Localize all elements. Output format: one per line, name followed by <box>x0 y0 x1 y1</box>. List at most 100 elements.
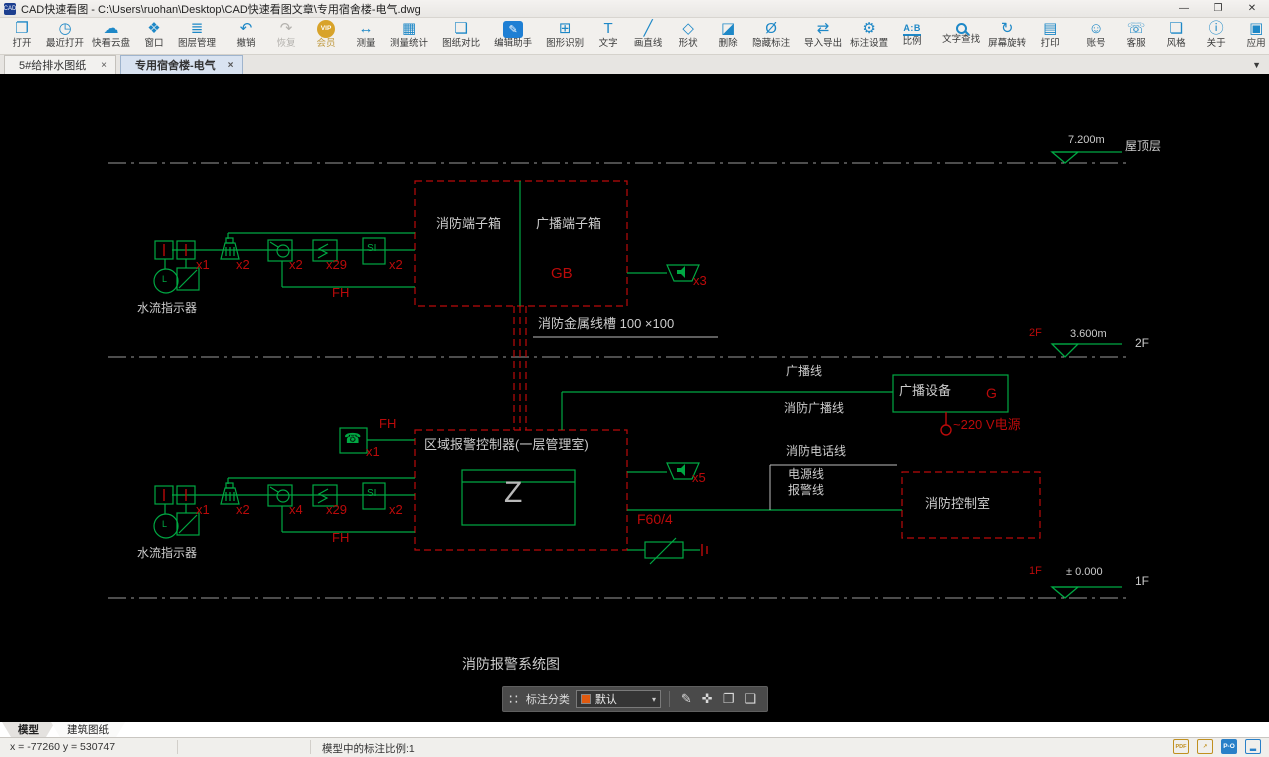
elev-2f-red: 2F <box>1029 327 1042 339</box>
maximize-button[interactable]: ❐ <box>1201 0 1235 18</box>
label-water-indicator-upper: 水流指示器 <box>137 302 197 315</box>
elev-2f-value: 3.600m <box>1070 328 1107 340</box>
window-title: CAD快速看图 - C:\Users\ruohan\Desktop\CAD快速看… <box>21 1 421 17</box>
vip-member-button[interactable]: VIP会员 <box>306 19 346 54</box>
text-button[interactable]: T文字 <box>588 19 628 54</box>
open-button-label: 打开 <box>12 38 31 50</box>
label-broadcast-device: 广播设备 <box>899 384 951 398</box>
edit-assistant-button-label: 编辑助手 <box>494 38 532 50</box>
edit-assistant-icon: ✎ <box>503 21 523 38</box>
measure-stats-button[interactable]: ▦测量统计 <box>386 19 432 54</box>
delete-button-label: 删除 <box>719 38 738 50</box>
apps-button[interactable]: ▣应用 <box>1236 19 1269 54</box>
window-button[interactable]: ❖窗口 <box>134 19 174 54</box>
copy-annotation-icon[interactable]: ❐ <box>723 691 735 707</box>
paste-annotation-icon[interactable]: ❑ <box>744 691 756 707</box>
undo-button[interactable]: ↶撤销 <box>226 19 266 54</box>
count-x2a-lower: x2 <box>236 503 250 517</box>
hide-annotations-button-label: 隐藏标注 <box>752 38 790 50</box>
cursor-coordinates: x = -77260 y = 530747 <box>10 741 115 753</box>
support-button[interactable]: ☏客服 <box>1116 19 1156 54</box>
count-x3: x3 <box>693 274 707 288</box>
tab-close-icon[interactable]: × <box>89 60 107 71</box>
layer-manager-button[interactable]: ≣图层管理 <box>174 19 220 54</box>
sheet-tab-模型[interactable]: 模型 <box>2 722 55 737</box>
device-si-lower: SI <box>367 488 376 499</box>
account-button-label: 账号 <box>1087 38 1106 50</box>
recent-open-button-label: 最近打开 <box>46 38 84 50</box>
label-wire-trough: 消防金属线槽 100 ×100 <box>538 317 674 331</box>
clock-icon: ◷ <box>58 20 71 38</box>
hide-annotations-button[interactable]: Ø隐藏标注 <box>748 19 794 54</box>
account-button[interactable]: ☺账号 <box>1076 19 1116 54</box>
gear-icon: ⚙ <box>862 20 875 38</box>
label-fire-telephone-line: 消防电话线 <box>786 445 846 458</box>
divider <box>310 740 311 754</box>
document-tab-bar: 5#给排水图纸×专用宿舍楼-电气×▼ <box>0 55 1269 74</box>
mini-window-icon[interactable]: ▂ <box>1245 739 1261 754</box>
open-button[interactable]: ❐打开 <box>2 19 42 54</box>
elev-1f-value: ± 0.000 <box>1066 566 1103 578</box>
redo-button[interactable]: ↷恢复 <box>266 19 306 54</box>
layer-manager-button-label: 图层管理 <box>178 38 216 50</box>
stats-icon: ▦ <box>402 20 416 38</box>
tab-close-icon[interactable]: × <box>216 60 234 71</box>
open-folder-icon: ❐ <box>15 20 28 38</box>
draw-line-button[interactable]: ╱画直线 <box>628 19 668 54</box>
label-power-line: 电源线 <box>788 468 824 481</box>
apps-icon: ▣ <box>1249 20 1263 38</box>
drawing-compare-button[interactable]: ❏图纸对比 <box>438 19 484 54</box>
annotation-category-dropdown[interactable]: 默认 ▾ <box>576 690 661 708</box>
shape-recognition-button[interactable]: ⊞图形识别 <box>542 19 588 54</box>
elev-2f-name: 2F <box>1135 337 1149 350</box>
doc-tab-5#给排水图纸[interactable]: 5#给排水图纸× <box>4 55 116 74</box>
sheet-tab-建筑图纸[interactable]: 建筑图纸 <box>51 722 125 737</box>
device-l-upper: L <box>162 275 167 285</box>
drawing-canvas[interactable]: 7.200m屋顶层消防端子箱广播端子箱GBx3x1x2x2x29x2FH水流指示… <box>0 74 1269 722</box>
count-x29-lower: x29 <box>326 503 347 517</box>
about-button[interactable]: ⓘ关于 <box>1196 19 1236 54</box>
doc-tab-专用宿舍楼-电气[interactable]: 专用宿舍楼-电气× <box>120 55 243 74</box>
shapes-button-label: 形状 <box>679 38 698 50</box>
scale-button-label: 比例 <box>903 36 922 48</box>
cloud-drive-button[interactable]: ☁快看云盘 <box>88 19 134 54</box>
import-export-button[interactable]: ⇄导入导出 <box>800 19 846 54</box>
scale-button[interactable]: A:B比例 <box>892 19 932 54</box>
screen-rotate-button[interactable]: ↻屏幕旋转 <box>984 19 1030 54</box>
divider <box>177 740 178 754</box>
label-water-indicator-lower: 水流指示器 <box>137 547 197 560</box>
text-icon: T <box>604 20 613 38</box>
count-x1-phone: x1 <box>366 445 380 459</box>
export-image-icon[interactable]: ↗ <box>1197 739 1213 754</box>
shape-recognition-button-label: 图形识别 <box>546 38 584 50</box>
close-button[interactable]: ✕ <box>1235 0 1269 18</box>
line-icon: ╱ <box>644 20 653 38</box>
tab-overflow-icon[interactable]: ▼ <box>1252 60 1261 70</box>
annotation-settings-button[interactable]: ⚙标注设置 <box>846 19 892 54</box>
layers-icon: ≣ <box>191 20 204 38</box>
recent-open-button[interactable]: ◷最近打开 <box>42 19 88 54</box>
about-button-label: 关于 <box>1207 38 1226 50</box>
label-zone-controller: 区域报警控制器(一层管理室) <box>424 438 589 452</box>
export-pdf-icon[interactable]: PDF <box>1173 739 1189 754</box>
edit-annotation-icon[interactable]: ✎ <box>681 691 692 707</box>
po-mode-icon[interactable]: P-O <box>1221 739 1237 754</box>
grid-icon[interactable]: ∷ <box>509 691 518 708</box>
delete-button[interactable]: ◪删除 <box>708 19 748 54</box>
shapes-button[interactable]: ◇形状 <box>668 19 708 54</box>
style-button[interactable]: ❏风格 <box>1156 19 1196 54</box>
doc-tab-label: 专用宿舍楼-电气 <box>135 57 216 73</box>
count-x2a-upper: x2 <box>236 258 250 272</box>
text-search-button[interactable]: 文字查找 <box>938 19 984 54</box>
print-button[interactable]: ▤打印 <box>1030 19 1070 54</box>
redo-icon: ↷ <box>280 20 293 38</box>
count-x1-upper: x1 <box>196 258 210 272</box>
label-fire-terminal-box: 消防端子箱 <box>436 217 501 231</box>
import-export-icon: ⇄ <box>817 20 830 38</box>
minimize-button[interactable]: — <box>1167 0 1201 18</box>
text-button-label: 文字 <box>599 38 618 50</box>
doc-tab-label: 5#给排水图纸 <box>19 57 86 73</box>
measure-button[interactable]: ↔测量 <box>346 19 386 54</box>
move-annotation-icon[interactable]: ✜ <box>702 691 713 707</box>
edit-assistant-button[interactable]: ✎编辑助手 <box>490 19 536 54</box>
